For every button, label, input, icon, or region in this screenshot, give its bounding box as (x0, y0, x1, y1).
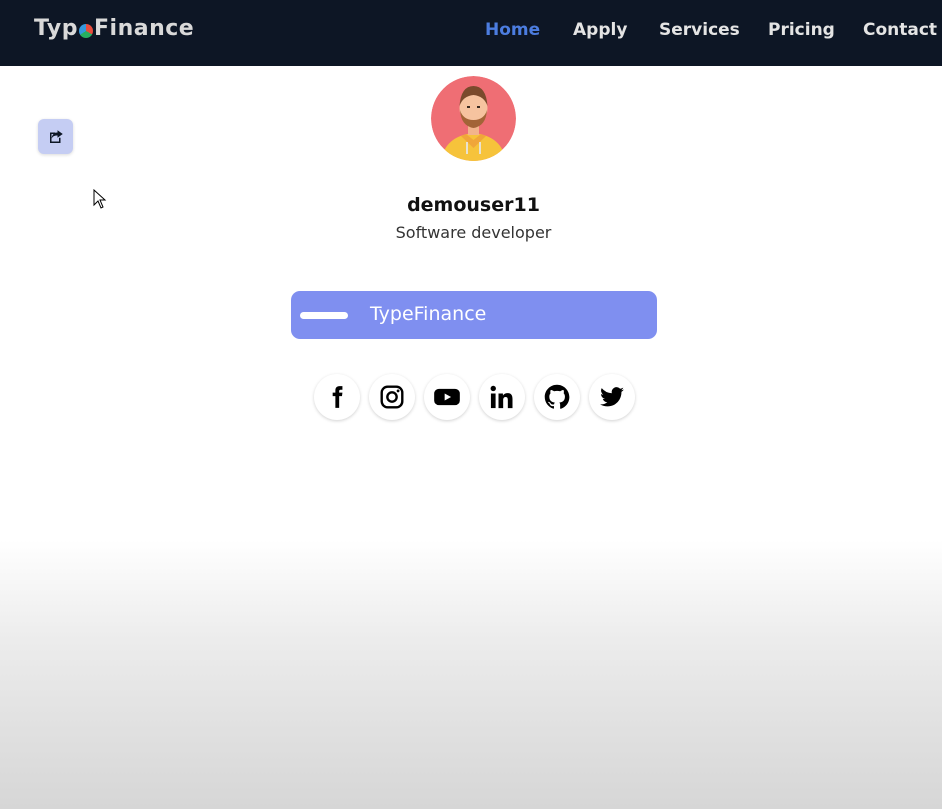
instagram-link[interactable] (369, 374, 415, 420)
youtube-link[interactable] (424, 374, 470, 420)
linkedin-icon (490, 385, 513, 409)
link-card-bar (300, 312, 348, 319)
nav-link-home[interactable]: Home (485, 20, 540, 40)
facebook-link[interactable] (314, 374, 360, 420)
youtube-icon (434, 388, 460, 406)
nav-menu: Home Apply Services Pricing Contact (0, 20, 942, 44)
social-links (314, 374, 635, 420)
share-icon (49, 129, 63, 143)
twitter-icon (600, 387, 624, 407)
facebook-icon (332, 386, 343, 408)
nav-link-services[interactable]: Services (659, 20, 740, 40)
link-card-typefinance[interactable]: TypeFinance (291, 291, 657, 339)
github-icon (544, 384, 570, 409)
link-card-label: TypeFinance (370, 303, 487, 325)
twitter-link[interactable] (589, 374, 635, 420)
github-link[interactable] (534, 374, 580, 420)
nav-link-pricing[interactable]: Pricing (768, 20, 835, 40)
nav-link-contact[interactable]: Contact (863, 20, 937, 40)
profile-username: demouser11 (407, 194, 540, 216)
navbar: Typ Finance Home Apply Services Pricing C… (0, 0, 942, 66)
profile-role: Software developer (395, 223, 552, 242)
share-button[interactable] (38, 119, 73, 154)
nav-link-apply[interactable]: Apply (573, 20, 627, 40)
avatar (431, 76, 516, 161)
instagram-icon (380, 385, 404, 409)
linkedin-link[interactable] (479, 374, 525, 420)
